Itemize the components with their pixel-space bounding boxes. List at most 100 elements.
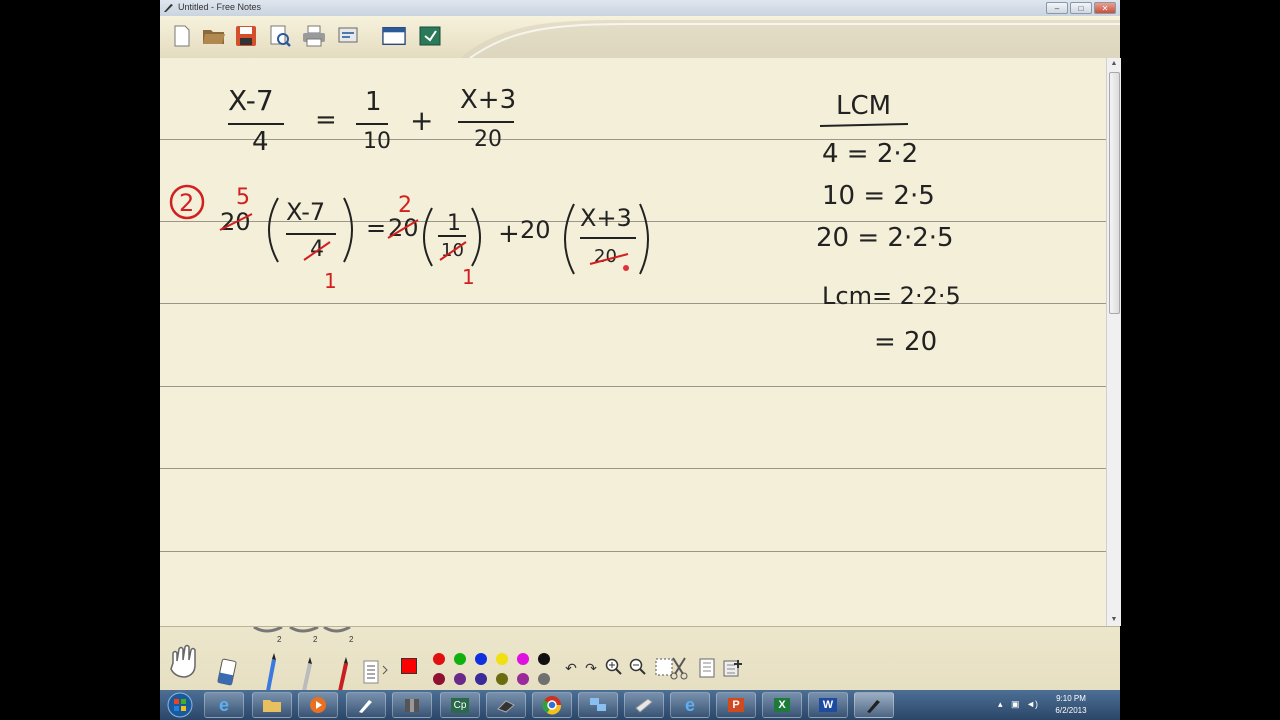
undo-icon[interactable]: ↶	[562, 659, 580, 677]
term2-numerator: X+3	[460, 85, 516, 115]
equals-sign-2: =	[366, 214, 386, 242]
color-black[interactable]	[538, 653, 550, 665]
network-icon[interactable]	[578, 692, 618, 718]
f1-denominator: 4	[310, 237, 324, 262]
app-window: Untitled - Free Notes – □ ✕ X-7 4 = 1 10…	[160, 0, 1121, 720]
color-blue[interactable]	[475, 653, 487, 665]
word-icon[interactable]: W	[808, 692, 848, 718]
clock-time: 9:10 PM	[1056, 694, 1086, 703]
color-maroon[interactable]	[433, 673, 445, 685]
captivate-icon[interactable]: Cp	[440, 692, 480, 718]
save-icon[interactable]	[234, 24, 258, 48]
archive-icon[interactable]	[392, 692, 432, 718]
multiplier-3: 20	[520, 216, 551, 244]
window-icon[interactable]	[382, 24, 406, 48]
pen-red-icon[interactable]	[332, 655, 352, 691]
color-purple[interactable]	[454, 673, 466, 685]
lcm-result-value: = 20	[874, 327, 937, 357]
f3-numerator: X+3	[580, 204, 632, 232]
lhs-numerator: X-7	[228, 84, 274, 117]
lcm-line-3: 20 = 2·2·5	[816, 223, 954, 253]
hand-tool-icon[interactable]	[166, 641, 206, 681]
plus-sign: +	[410, 104, 433, 137]
windows-taskbar: e Cp e P X W ▴ ▣ ◄) 9:10 PM 6/2/2013	[160, 690, 1120, 720]
plus-sign-2: +	[498, 219, 520, 249]
color-gray[interactable]	[538, 673, 550, 685]
print-preview-icon[interactable]	[268, 24, 292, 48]
f2-numerator: 1	[447, 211, 461, 236]
drawing-toolbar: 2 2 2 ↶ ↷	[160, 626, 1120, 691]
excel-icon[interactable]: X	[762, 692, 802, 718]
lcm-work: LCM 4 = 2·2 10 = 2·5 20 = 2·2·5 Lcm= 2·2…	[816, 91, 961, 357]
redo-icon[interactable]: ↷	[582, 659, 600, 677]
free-notes-icon-2[interactable]	[854, 692, 894, 718]
color-green[interactable]	[454, 653, 466, 665]
scissors-icon[interactable]	[668, 655, 690, 681]
system-tray[interactable]: ▴ ▣ ◄)	[998, 699, 1038, 710]
f1-numerator: X-7	[286, 198, 325, 226]
note-page[interactable]: X-7 4 = 1 10 + X+3 20 2 5 20 X-7	[160, 58, 1106, 626]
title-bar: Untitled - Free Notes – □ ✕	[160, 0, 1120, 16]
color-yellow[interactable]	[496, 653, 508, 665]
window-title: Untitled - Free Notes	[178, 2, 262, 12]
line-style-icon[interactable]	[362, 659, 392, 685]
free-notes-icon[interactable]	[346, 692, 386, 718]
toolbar-swoosh	[460, 20, 1120, 58]
f1-reduced: 1	[324, 269, 337, 293]
explorer-icon[interactable]	[252, 692, 292, 718]
scroll-up-icon[interactable]: ▲	[1107, 58, 1121, 70]
pen-width-2: 2	[313, 635, 318, 644]
eraser-icon[interactable]	[212, 657, 242, 689]
color-olive[interactable]	[496, 673, 508, 685]
export-icon[interactable]	[418, 24, 442, 48]
notepad-icon[interactable]	[624, 692, 664, 718]
color-magenta[interactable]	[517, 653, 529, 665]
term1-numerator: 1	[365, 87, 382, 117]
clock[interactable]: 9:10 PM 6/2/2013	[1036, 693, 1106, 717]
vertical-scrollbar[interactable]: ▲ ▼	[1106, 58, 1121, 626]
f3-denominator: 20	[594, 246, 617, 267]
term1-denominator: 10	[363, 129, 391, 154]
reduced-multiplier-1: 5	[236, 185, 250, 210]
equals-sign: =	[315, 105, 337, 135]
media-player-icon[interactable]	[298, 692, 338, 718]
scroll-down-icon[interactable]: ▼	[1107, 614, 1121, 626]
powerpoint-icon[interactable]: P	[716, 692, 756, 718]
handwriting-canvas: X-7 4 = 1 10 + X+3 20 2 5 20 X-7	[169, 84, 961, 357]
color-red[interactable]	[433, 653, 445, 665]
selected-color-swatch[interactable]	[400, 657, 418, 675]
network-tray-icon[interactable]: ▣	[1011, 699, 1020, 709]
chrome-icon[interactable]	[532, 692, 572, 718]
close-button[interactable]: ✕	[1094, 2, 1116, 14]
camera-icon[interactable]	[486, 692, 526, 718]
add-page-icon[interactable]	[722, 657, 744, 679]
step-2: 2 5 20 X-7 4 1 = 2 20 1 10 1	[169, 184, 649, 293]
step-number: 2	[179, 189, 194, 217]
color-indigo[interactable]	[475, 673, 487, 685]
lhs-denominator: 4	[252, 127, 269, 157]
page-icon[interactable]	[696, 657, 718, 679]
ie-icon-2[interactable]: e	[670, 692, 710, 718]
minimize-button[interactable]: –	[1046, 2, 1068, 14]
print-icon[interactable]	[302, 24, 326, 48]
settings-icon[interactable]	[336, 24, 360, 48]
lcm-result-label: Lcm= 2·2·5	[822, 282, 961, 310]
maximize-button[interactable]: □	[1070, 2, 1092, 14]
new-file-icon[interactable]	[170, 24, 194, 48]
zoom-out-icon[interactable]	[628, 657, 648, 677]
color-plum[interactable]	[517, 673, 529, 685]
app-icon	[164, 4, 173, 12]
lcm-line-1: 4 = 2·2	[822, 139, 918, 169]
tray-arrow-icon[interactable]: ▴	[998, 699, 1003, 709]
clock-date: 6/2/2013	[1055, 706, 1087, 715]
f2-reduced: 1	[462, 265, 475, 289]
start-orb[interactable]	[166, 691, 194, 719]
open-folder-icon[interactable]	[202, 24, 226, 48]
term2-denominator: 20	[474, 127, 502, 152]
lcm-line-2: 10 = 2·5	[822, 181, 935, 211]
ie-icon[interactable]: e	[204, 692, 244, 718]
zoom-in-icon[interactable]	[604, 657, 624, 677]
pen-gray-icon[interactable]	[296, 655, 316, 691]
scroll-thumb[interactable]	[1109, 72, 1120, 314]
pen-blue-icon[interactable]	[260, 651, 280, 691]
